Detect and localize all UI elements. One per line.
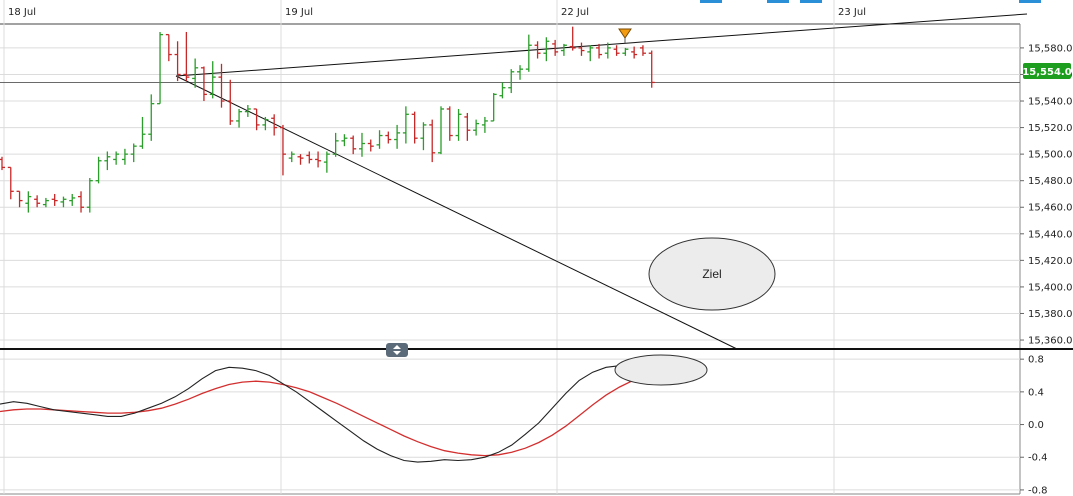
price-tick-label: 15,380.0 — [1028, 309, 1073, 320]
ohlc-bar[interactable] — [25, 191, 32, 213]
top-tab-marker — [1019, 0, 1041, 3]
macd-line[interactable] — [0, 365, 661, 463]
ohlc-bar[interactable] — [446, 106, 453, 141]
date-label: 19 Jul — [285, 7, 313, 18]
price-tick-label: 15,540.0 — [1028, 97, 1073, 108]
chart-window: 18 Jul19 Jul22 Jul23 Jul 15,580.015,560.… — [0, 0, 1073, 496]
date-axis: 18 Jul 19 Jul 22 Jul 23 Jul — [8, 7, 866, 18]
ohlc-bar[interactable] — [481, 116, 488, 133]
resize-handle-icon[interactable] — [386, 343, 408, 357]
price-tick-label: 15,360.0 — [1028, 336, 1073, 347]
indicator-tick-label: -0.4 — [1028, 453, 1048, 464]
price-tick-label: 15,440.0 — [1028, 229, 1073, 240]
ohlc-bar[interactable] — [596, 43, 603, 59]
ohlc-bar[interactable] — [385, 131, 392, 144]
trend-lines — [0, 13, 1028, 350]
ohlc-bar[interactable] — [306, 151, 313, 164]
ohlc-bar[interactable] — [402, 106, 409, 144]
ohlc-bar[interactable] — [183, 31, 190, 82]
ohlc-bar[interactable] — [341, 134, 348, 147]
ohlc-bar[interactable] — [192, 58, 199, 88]
ohlc-bar[interactable] — [227, 79, 234, 125]
top-tab-marker — [800, 0, 822, 3]
top-tab-marker — [767, 0, 789, 3]
ohlc-bar[interactable] — [639, 45, 646, 56]
ohlc-bar[interactable] — [288, 151, 295, 163]
ohlc-bar[interactable] — [490, 93, 497, 122]
price-tick-label: 15,580.0 — [1028, 43, 1073, 54]
last-price-value: 15,554.0 — [1022, 67, 1071, 78]
top-tabs — [700, 0, 1041, 3]
ohlc-bar[interactable] — [7, 166, 14, 200]
ohlc-bar[interactable] — [394, 124, 401, 149]
indicator-axis: 0.8 0.4 0.0 -0.4 -0.8 — [1020, 355, 1048, 496]
price-axis: 15,580.015,560.015,540.015,520.015,500.0… — [1020, 43, 1073, 347]
ohlc-bar[interactable] — [113, 151, 120, 165]
ohlc-bar[interactable] — [464, 112, 471, 141]
price-tick-label: 15,420.0 — [1028, 256, 1073, 267]
ohlc-bar[interactable] — [429, 119, 436, 163]
ohlc-bar[interactable] — [420, 122, 427, 151]
last-price-badge: 15,554.0 — [1022, 63, 1072, 79]
ohlc-bar[interactable] — [121, 148, 128, 165]
ohlc-bar[interactable] — [455, 108, 462, 141]
ohlc-bar[interactable] — [560, 43, 567, 56]
price-chart: 18 Jul19 Jul22 Jul23 Jul 15,580.015,560.… — [0, 0, 1073, 496]
grid-layer — [0, 0, 1021, 495]
indicator-tick-label: -0.8 — [1028, 485, 1048, 496]
ohlc-bar[interactable] — [578, 42, 585, 56]
ohlc-bar[interactable] — [517, 65, 524, 80]
ohlc-bar[interactable] — [525, 34, 532, 72]
ohlc-bar[interactable] — [297, 154, 304, 165]
indicator-ellipse[interactable] — [614, 354, 708, 386]
date-label: 23 Jul — [838, 7, 866, 18]
indicator-tick-label: 0.4 — [1028, 387, 1044, 398]
ohlc-bar[interactable] — [350, 135, 357, 155]
price-tick-label: 15,520.0 — [1028, 123, 1073, 134]
ohlc-bar[interactable] — [253, 108, 260, 131]
ohlc-bar[interactable] — [323, 151, 330, 173]
ohlc-bar[interactable] — [51, 193, 58, 206]
ohlc-bar[interactable] — [157, 31, 164, 105]
ohlc-bar[interactable] — [130, 143, 137, 163]
ohlc-bar[interactable] — [174, 41, 181, 82]
ohlc-bar[interactable] — [78, 191, 85, 213]
ohlc-bar[interactable] — [95, 156, 102, 184]
lower-trend-line[interactable] — [175, 75, 738, 350]
ohlc-bar[interactable] — [16, 190, 23, 208]
ohlc-bar[interactable] — [499, 82, 506, 99]
indicator-lines — [0, 365, 661, 463]
date-label: 18 Jul — [8, 7, 36, 18]
price-tick-label: 15,500.0 — [1028, 150, 1073, 161]
top-tab-marker — [700, 0, 722, 3]
ohlc-bar[interactable] — [613, 45, 620, 56]
target-label: Ziel — [702, 267, 721, 281]
ohlc-bar[interactable] — [244, 105, 251, 117]
ohlc-bar[interactable] — [508, 69, 515, 94]
price-tick-label: 15,480.0 — [1028, 176, 1073, 187]
ohlc-bar[interactable] — [367, 139, 374, 152]
ohlc-bar[interactable] — [34, 195, 41, 208]
ohlc-bar[interactable] — [358, 132, 365, 157]
ohlc-bar[interactable] — [622, 47, 629, 56]
ohlc-bar[interactable] — [139, 116, 146, 149]
ohlc-bar[interactable] — [69, 193, 76, 206]
upper-trend-line[interactable] — [175, 13, 1028, 77]
date-label: 22 Jul — [561, 7, 589, 18]
ohlc-bar[interactable] — [60, 196, 67, 208]
ohlc-bar[interactable] — [42, 197, 49, 208]
ohlc-bar[interactable] — [200, 66, 207, 102]
ohlc-bar[interactable] — [236, 108, 243, 128]
price-tick-label: 15,460.0 — [1028, 203, 1073, 214]
indicator-tick-label: 0.0 — [1028, 420, 1044, 431]
ohlc-bar[interactable] — [438, 106, 444, 155]
ohlc-bar[interactable] — [376, 130, 383, 149]
down-triangle-marker-icon[interactable] — [618, 28, 632, 39]
price-tick-label: 15,400.0 — [1028, 282, 1073, 293]
indicator-tick-label: 0.8 — [1028, 355, 1044, 366]
